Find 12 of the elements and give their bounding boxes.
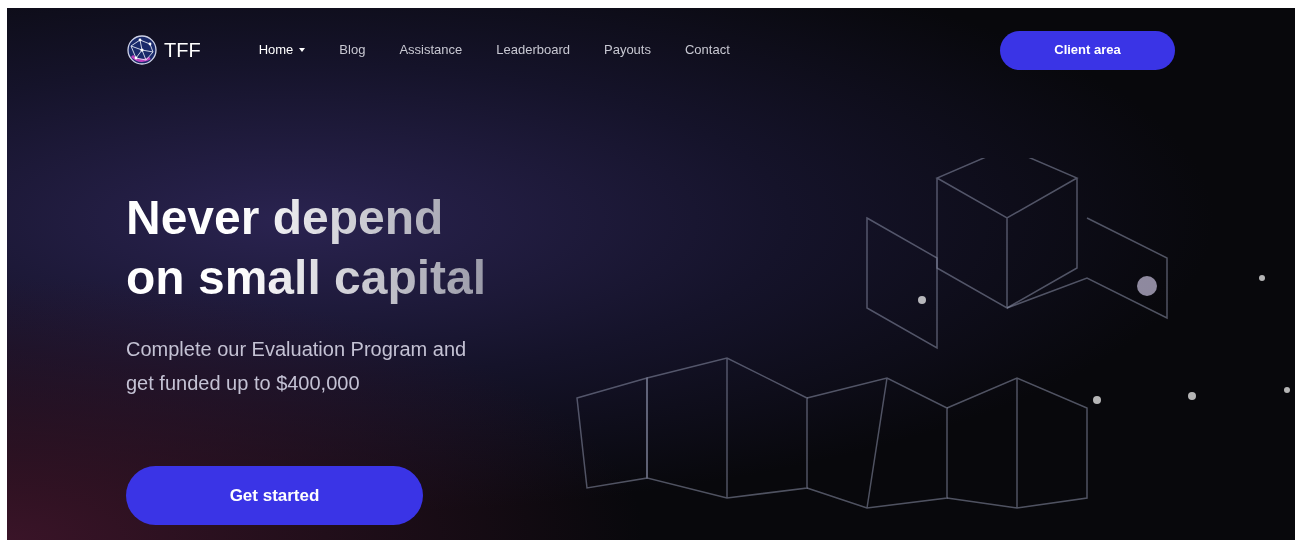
nav-link[interactable]: Payouts — [604, 40, 651, 60]
caret-icon — [299, 48, 306, 52]
logo-text: TFF — [164, 38, 201, 63]
nav-link[interactable]: Home — [258, 40, 306, 60]
nav-link[interactable]: Assistance — [399, 40, 463, 60]
nav-link[interactable]: Leaderboard — [496, 40, 570, 60]
globe-network-icon — [126, 34, 158, 66]
get-started-button[interactable]: Get started — [126, 466, 423, 525]
hero-subtitle: Complete our Evaluation Program and get funded up to $400,000 — [126, 337, 468, 396]
client-area-button[interactable]: Client area — [1000, 30, 1175, 70]
nav-link[interactable]: Blog — [339, 40, 366, 60]
nav-link[interactable]: Contact — [684, 40, 730, 60]
